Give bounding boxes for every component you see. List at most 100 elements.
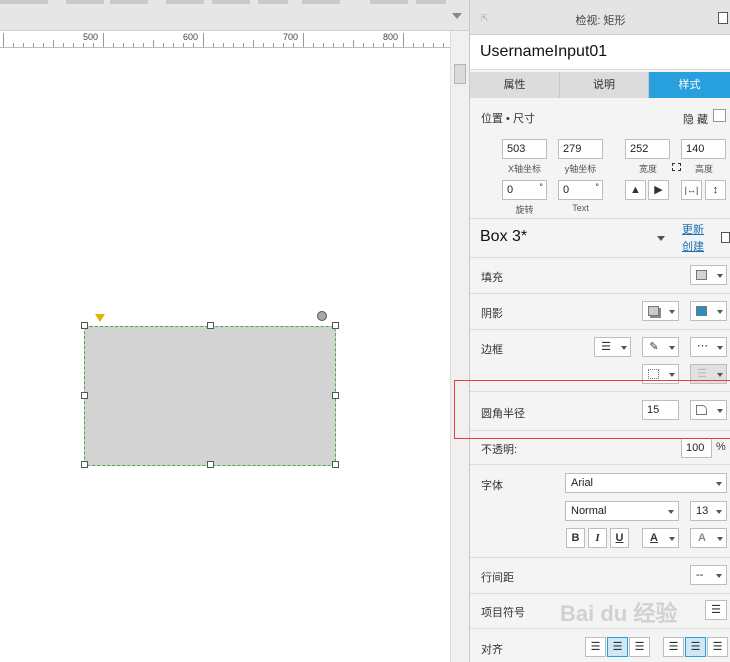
- align-left-button[interactable]: ☰: [585, 637, 606, 657]
- create-style-link[interactable]: 创建: [682, 238, 704, 254]
- flip-horizontal-button[interactable]: ▲: [625, 180, 646, 200]
- ruler-tick: [163, 43, 164, 47]
- chevron-down-icon: [716, 482, 722, 486]
- underline-button[interactable]: U: [610, 528, 629, 548]
- align-top-button[interactable]: ☰: [663, 637, 684, 657]
- toolbar-tab[interactable]: [166, 0, 204, 4]
- bullet-button[interactable]: ☰: [705, 600, 727, 620]
- page-icon[interactable]: [718, 12, 728, 24]
- outer-shadow-button[interactable]: [642, 301, 679, 321]
- rotation-value: 0: [507, 184, 514, 196]
- ruler-tick: [393, 43, 394, 47]
- resize-handle-n[interactable]: [207, 322, 214, 329]
- toolbar-tab[interactable]: [370, 0, 408, 4]
- toolbar-tab[interactable]: [212, 0, 250, 4]
- font-weight-select[interactable]: Normal: [565, 501, 679, 521]
- ruler-tick: [363, 43, 364, 47]
- resize-handle-se[interactable]: [332, 461, 339, 468]
- chevron-down-icon: [717, 537, 723, 541]
- align-middle-button[interactable]: ☰: [685, 637, 706, 657]
- font-color-button[interactable]: A: [642, 528, 679, 548]
- chevron-down-icon[interactable]: [657, 236, 665, 241]
- align-right-icon: ☰: [634, 641, 645, 653]
- rotation-input[interactable]: 0 °: [502, 180, 547, 200]
- flip-vertical-button[interactable]: ▶: [648, 180, 669, 200]
- scrollbar-thumb[interactable]: [454, 64, 466, 84]
- resize-handle-w[interactable]: [81, 392, 88, 399]
- height-input[interactable]: 140: [681, 139, 726, 159]
- distribute-horizontal-button[interactable]: |↔|: [681, 180, 702, 200]
- bold-button[interactable]: B: [566, 528, 585, 548]
- ruler-tick: [373, 43, 374, 47]
- toolbar-tab[interactable]: [302, 0, 340, 4]
- tab-properties[interactable]: 属性: [470, 72, 560, 98]
- tab-notes[interactable]: 说明: [560, 72, 649, 98]
- font-color-icon: A: [650, 532, 658, 544]
- x-input[interactable]: 503: [502, 139, 547, 159]
- toolbar-tab[interactable]: [110, 0, 148, 4]
- opacity-input[interactable]: 100: [681, 438, 712, 458]
- toolbar-tab[interactable]: [258, 0, 288, 4]
- align-label: 对齐: [481, 644, 503, 656]
- resize-handle-sw[interactable]: [81, 461, 88, 468]
- corner-radius-marker-icon[interactable]: [95, 314, 105, 322]
- ruler-tick: [383, 43, 384, 47]
- fill-color-button[interactable]: [690, 265, 727, 285]
- style-name[interactable]: Box 3*: [480, 228, 527, 246]
- chevron-down-icon[interactable]: [452, 13, 462, 19]
- ruler-tick: [113, 43, 114, 47]
- ruler-tick: [323, 43, 324, 47]
- line-spacing-select[interactable]: --: [690, 565, 727, 585]
- width-input[interactable]: 252: [625, 139, 670, 159]
- italic-button[interactable]: I: [588, 528, 607, 548]
- border-width-button[interactable]: ☰: [594, 337, 631, 357]
- selected-rectangle[interactable]: [84, 326, 336, 466]
- lock-aspect-icon[interactable]: [672, 163, 681, 171]
- toolbar-tab[interactable]: [416, 0, 446, 4]
- toolbar-tab[interactable]: [0, 0, 48, 4]
- update-style-link[interactable]: 更新: [682, 221, 704, 237]
- ruler-tick: [433, 43, 434, 47]
- text-effect-button[interactable]: A: [690, 528, 727, 548]
- border-color-button[interactable]: ✎: [642, 337, 679, 357]
- font-size-select[interactable]: 13: [690, 501, 727, 521]
- element-name[interactable]: UsernameInput01: [480, 43, 607, 61]
- ruler-tick: [273, 43, 274, 47]
- resize-handle-s[interactable]: [207, 461, 214, 468]
- y-input[interactable]: 279: [558, 139, 603, 159]
- bullet-list-icon: ☰: [711, 604, 721, 616]
- text-rotation-input[interactable]: 0 °: [558, 180, 603, 200]
- align-top-icon: ☰: [668, 641, 679, 653]
- inner-shadow-button[interactable]: [690, 301, 727, 321]
- border-pattern-button[interactable]: ⋯: [690, 337, 727, 357]
- chevron-down-icon: [621, 346, 627, 350]
- distribute-vertical-icon: ↕: [712, 184, 719, 196]
- tab-style[interactable]: 样式: [649, 72, 730, 98]
- distribute-vertical-button[interactable]: ↕: [705, 180, 726, 200]
- vertical-scrollbar[interactable]: [450, 31, 469, 662]
- divider: [470, 329, 730, 330]
- degree-unit: °: [539, 182, 543, 192]
- align-right-button[interactable]: ☰: [629, 637, 650, 657]
- style-manager-icon[interactable]: [721, 232, 730, 243]
- rotate-handle[interactable]: [317, 311, 327, 321]
- align-bottom-icon: ☰: [712, 641, 723, 653]
- toolbar-tab[interactable]: [66, 0, 104, 4]
- ruler-label: 600: [183, 32, 199, 42]
- resize-handle-ne[interactable]: [332, 322, 339, 329]
- hidden-checkbox[interactable]: [713, 109, 726, 122]
- flip-vertical-icon: ▶: [654, 184, 663, 196]
- line-spacing-value: --: [696, 569, 704, 581]
- ruler-tick: [133, 43, 134, 47]
- align-bottom-button[interactable]: ☰: [707, 637, 728, 657]
- align-center-button[interactable]: ☰: [607, 637, 628, 657]
- resize-handle-e[interactable]: [332, 392, 339, 399]
- ruler-tick: [333, 43, 334, 47]
- resize-handle-nw[interactable]: [81, 322, 88, 329]
- element-name-field[interactable]: UsernameInput01: [470, 35, 730, 70]
- ruler-tick: [83, 43, 84, 47]
- ruler-tick: [413, 43, 414, 47]
- divider: [470, 557, 730, 558]
- font-family-select[interactable]: Arial: [565, 473, 727, 493]
- flip-horizontal-icon: ▲: [630, 184, 641, 196]
